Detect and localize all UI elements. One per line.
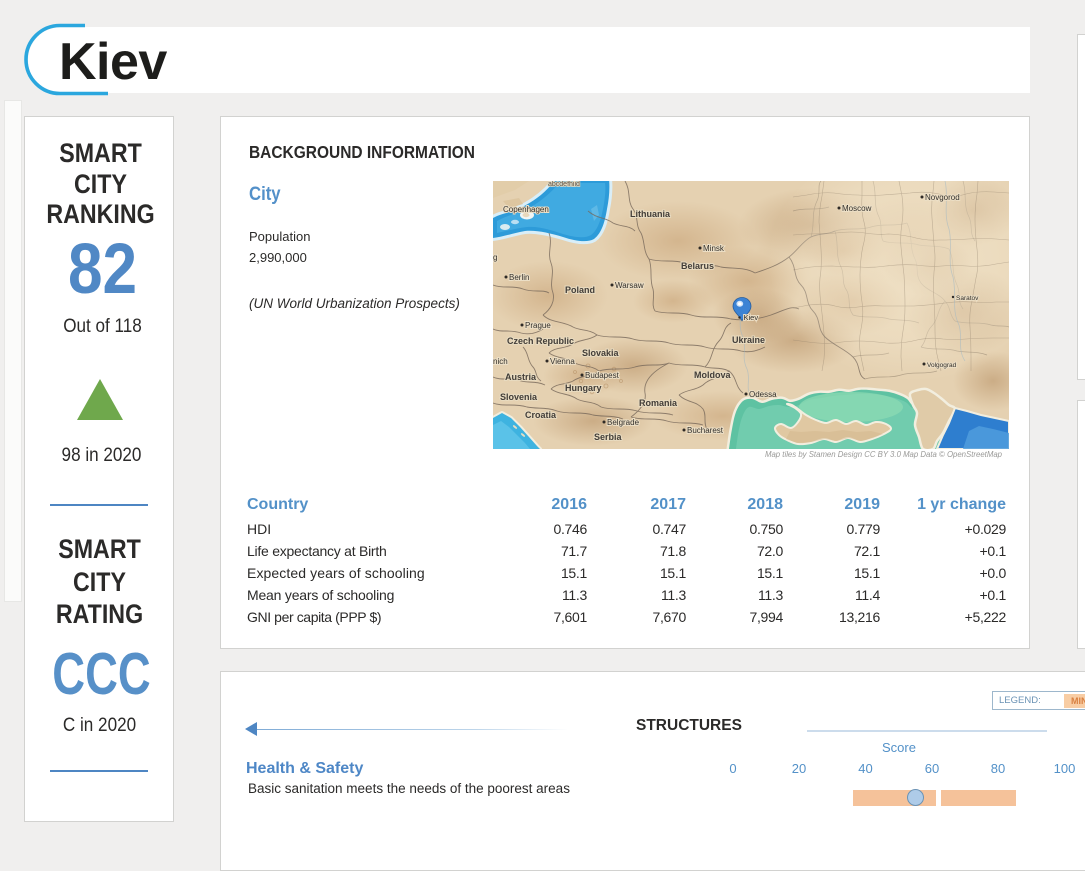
svg-text:Moscow: Moscow — [842, 204, 872, 213]
svg-text:g: g — [493, 253, 497, 262]
svg-text:Odessa: Odessa — [749, 390, 777, 399]
svg-text:Austria: Austria — [505, 372, 537, 382]
svg-text:Vienna: Vienna — [550, 357, 575, 366]
svg-text:Kiev: Kiev — [744, 313, 759, 322]
svg-text:abcdefhiid: abcdefhiid — [548, 181, 580, 188]
svg-text:Hungary: Hungary — [565, 383, 602, 393]
svg-text:Poland: Poland — [565, 285, 595, 295]
svg-text:Bucharest: Bucharest — [687, 426, 724, 435]
svg-text:Novgorod: Novgorod — [925, 193, 960, 202]
svg-text:Budapest: Budapest — [585, 371, 620, 380]
svg-text:Croatia: Croatia — [525, 410, 557, 420]
svg-text:Minsk: Minsk — [703, 244, 725, 253]
svg-text:Moldova: Moldova — [694, 370, 731, 380]
svg-text:Slovakia: Slovakia — [582, 348, 620, 358]
svg-text:nich: nich — [493, 357, 508, 366]
svg-text:Belarus: Belarus — [681, 261, 714, 271]
svg-text:Czech Republic: Czech Republic — [507, 336, 574, 346]
svg-text:Saratov: Saratov — [956, 295, 979, 302]
svg-text:Prague: Prague — [525, 321, 551, 330]
svg-text:Lithuania: Lithuania — [630, 209, 671, 219]
svg-text:Volgograd: Volgograd — [927, 362, 957, 369]
svg-text:Copenhagen: Copenhagen — [503, 205, 549, 214]
svg-text:Belgrade: Belgrade — [607, 418, 640, 427]
svg-text:Slovenia: Slovenia — [500, 392, 538, 402]
svg-text:Warsaw: Warsaw — [615, 281, 644, 290]
svg-text:Berlin: Berlin — [509, 273, 529, 282]
svg-text:Serbia: Serbia — [594, 432, 623, 442]
svg-text:Romania: Romania — [639, 398, 678, 408]
svg-text:Ukraine: Ukraine — [732, 335, 765, 345]
